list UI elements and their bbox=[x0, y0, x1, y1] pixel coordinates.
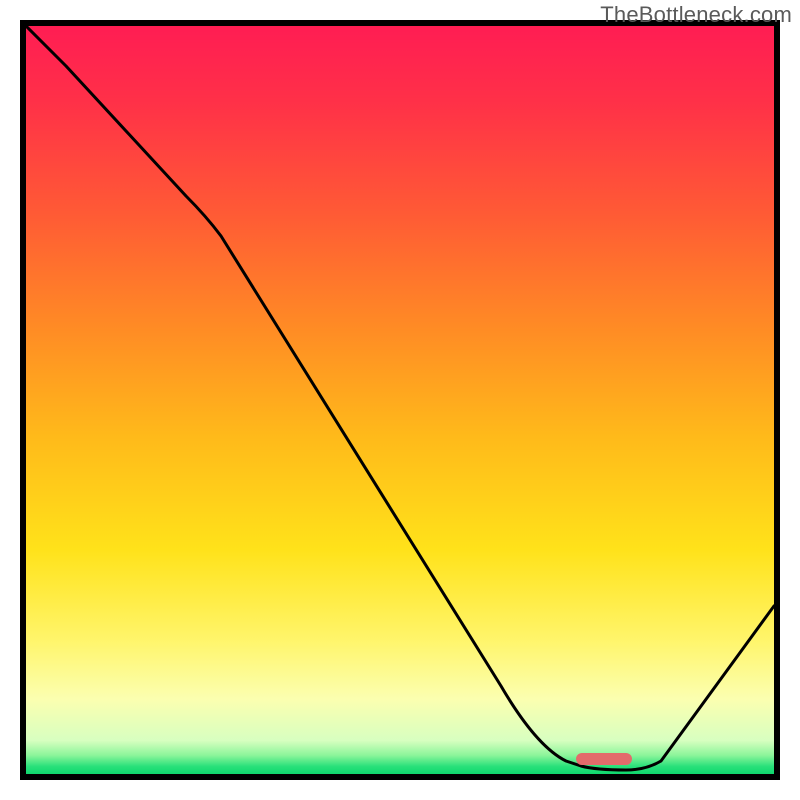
bottleneck-curve bbox=[26, 26, 774, 774]
plot-frame bbox=[20, 20, 780, 780]
optimal-range-marker bbox=[576, 753, 632, 765]
plot-area bbox=[26, 26, 774, 774]
watermark-text: TheBottleneck.com bbox=[600, 2, 792, 28]
